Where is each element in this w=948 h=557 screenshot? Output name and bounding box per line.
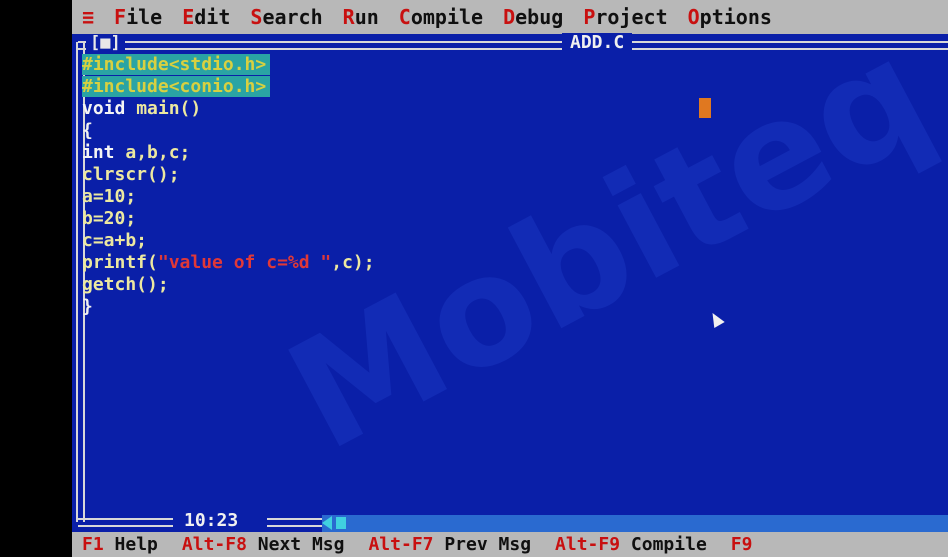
menu-project[interactable]: Project <box>583 5 667 29</box>
code-line: clrscr(); <box>82 164 180 185</box>
menu-options[interactable]: Options <box>688 5 772 29</box>
code-line: c=a+b; <box>82 230 148 251</box>
status-help[interactable]: F1 Help <box>82 534 158 555</box>
code-line: #include<stdio.h> <box>82 54 942 76</box>
menu-file[interactable]: File <box>114 5 162 29</box>
scroll-left-arrow-icon[interactable] <box>322 516 332 530</box>
status-compile[interactable]: Alt-F9 Compile <box>555 534 707 555</box>
turbo-c-screen: ≡ File Edit Search Run Compile Debug Pro… <box>72 0 948 557</box>
cursor-position: 10:23 <box>178 510 245 531</box>
horizontal-scrollbar[interactable] <box>322 515 948 532</box>
window-close-box[interactable]: [■] <box>86 34 125 52</box>
menu-compile[interactable]: Compile <box>399 5 483 29</box>
code-line: a=10; <box>82 186 137 207</box>
window-frame-top <box>78 41 948 50</box>
code-line: #include<conio.h> <box>82 76 942 98</box>
window-frame-bottom <box>78 518 173 527</box>
menu-search[interactable]: Search <box>250 5 322 29</box>
window-frame-bottom-right <box>267 518 322 527</box>
text-cursor <box>699 98 711 118</box>
status-prev-msg[interactable]: Alt-F7 Prev Msg <box>368 534 531 555</box>
scroll-thumb[interactable] <box>336 517 346 529</box>
status-f9[interactable]: F9 <box>731 534 753 555</box>
system-menu-icon[interactable]: ≡ <box>82 5 94 29</box>
menu-run[interactable]: Run <box>343 5 379 29</box>
code-line: printf("value of c=%d ",c); <box>82 252 375 273</box>
code-line: getch(); <box>82 274 169 295</box>
menu-debug[interactable]: Debug <box>503 5 563 29</box>
status-bar: F1 Help Alt-F8 Next Msg Alt-F7 Prev Msg … <box>72 532 948 557</box>
menu-edit[interactable]: Edit <box>182 5 230 29</box>
code-line: } <box>82 296 93 317</box>
status-next-msg[interactable]: Alt-F8 Next Msg <box>182 534 345 555</box>
code-line: { <box>82 120 93 141</box>
editor-window[interactable]: Mobiteq Aca [■] ADD.C #include<stdio.h> … <box>72 0 948 532</box>
code-area[interactable]: #include<stdio.h> #include<conio.h> void… <box>82 54 942 318</box>
menu-bar: ≡ File Edit Search Run Compile Debug Pro… <box>72 0 948 34</box>
code-line: b=20; <box>82 208 137 229</box>
code-line: void main() <box>82 98 202 119</box>
window-title: ADD.C <box>562 33 633 53</box>
code-line: int a,b,c; <box>82 142 191 163</box>
